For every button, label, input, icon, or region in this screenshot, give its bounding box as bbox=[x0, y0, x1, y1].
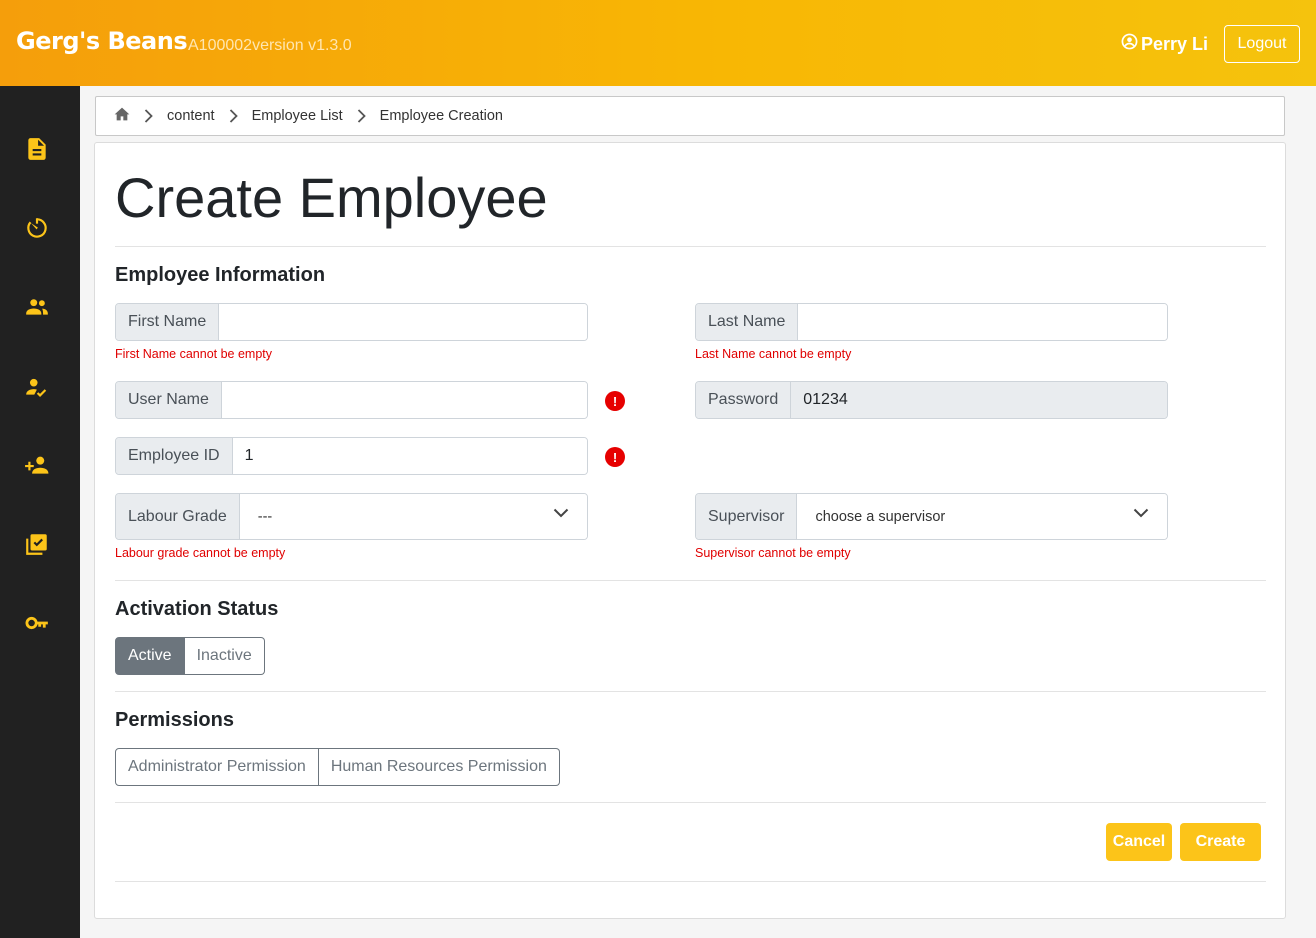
cancel-button[interactable]: Cancel bbox=[1106, 823, 1172, 861]
brand-logo[interactable]: Gerg's Beans bbox=[16, 27, 188, 55]
labour-grade-group: Labour Grade --- bbox=[115, 493, 588, 540]
labour-grade-selected: --- bbox=[257, 508, 273, 525]
password-label: Password bbox=[696, 382, 792, 418]
last-name-label: Last Name bbox=[696, 304, 799, 340]
labour-grade-label: Labour Grade bbox=[116, 494, 240, 539]
activation-status-toggle: Active Inactive bbox=[115, 637, 265, 675]
breadcrumb-item-employee-list[interactable]: Employee List bbox=[252, 108, 343, 124]
inactive-option-button[interactable]: Inactive bbox=[184, 637, 265, 675]
sidebar bbox=[0, 86, 80, 938]
key-icon[interactable] bbox=[24, 610, 50, 636]
breadcrumb: content Employee List Employee Creation bbox=[95, 96, 1285, 136]
first-name-error: First Name cannot be empty bbox=[115, 347, 273, 361]
chevron-down-icon bbox=[1133, 506, 1149, 522]
chevron-down-icon bbox=[553, 506, 569, 522]
divider bbox=[115, 881, 1266, 882]
chevron-right-icon bbox=[144, 109, 153, 123]
timer-icon[interactable] bbox=[24, 215, 50, 241]
document-icon[interactable] bbox=[24, 136, 50, 162]
human-resources-permission-button[interactable]: Human Resources Permission bbox=[318, 748, 560, 786]
app-version: A100002version v1.3.0 bbox=[188, 37, 352, 54]
user-name-field[interactable] bbox=[221, 382, 587, 418]
administrator-permission-button[interactable]: Administrator Permission bbox=[115, 748, 319, 786]
logout-button[interactable]: Logout bbox=[1224, 25, 1300, 63]
divider bbox=[115, 246, 1266, 247]
breadcrumb-item-content[interactable]: content bbox=[167, 108, 215, 124]
person-check-icon[interactable] bbox=[24, 374, 50, 400]
password-group: Password bbox=[695, 381, 1168, 419]
supervisor-error: Supervisor cannot be empty bbox=[695, 546, 851, 560]
home-icon[interactable] bbox=[114, 107, 130, 125]
checkbox-list-icon[interactable] bbox=[24, 531, 50, 557]
user-name-group: User Name bbox=[115, 381, 588, 419]
divider bbox=[115, 580, 1266, 581]
first-name-label: First Name bbox=[116, 304, 220, 340]
error-alert-icon: ! bbox=[605, 391, 625, 411]
employee-id-label: Employee ID bbox=[116, 438, 233, 474]
account-circle-icon bbox=[1121, 33, 1138, 55]
current-user[interactable]: Perry Li bbox=[1121, 33, 1208, 55]
last-name-group: Last Name bbox=[695, 303, 1168, 341]
supervisor-group: Supervisor choose a supervisor bbox=[695, 493, 1168, 540]
last-name-error: Last Name cannot be empty bbox=[695, 347, 852, 361]
first-name-group: First Name bbox=[115, 303, 588, 341]
create-employee-card: Create Employee Employee Information Fir… bbox=[94, 142, 1286, 919]
section-title-employee-information: Employee Information bbox=[115, 264, 326, 286]
labour-grade-error: Labour grade cannot be empty bbox=[115, 546, 286, 560]
chevron-right-icon bbox=[229, 109, 238, 123]
active-option-button[interactable]: Active bbox=[115, 637, 185, 675]
employee-id-group: Employee ID bbox=[115, 437, 588, 475]
permissions-toggle: Administrator Permission Human Resources… bbox=[115, 748, 560, 786]
labour-grade-select[interactable]: --- bbox=[239, 494, 587, 539]
employee-id-field[interactable] bbox=[232, 438, 587, 474]
supervisor-selected: choose a supervisor bbox=[815, 508, 946, 525]
person-add-icon[interactable] bbox=[24, 452, 50, 478]
top-bar: Gerg's Beans A100002version v1.3.0 Perry… bbox=[0, 0, 1316, 86]
section-title-activation-status: Activation Status bbox=[115, 598, 279, 620]
page-title: Create Employee bbox=[115, 166, 548, 229]
group-icon[interactable] bbox=[24, 294, 50, 320]
chevron-right-icon bbox=[357, 109, 366, 123]
supervisor-label: Supervisor bbox=[696, 494, 798, 539]
supervisor-select[interactable]: choose a supervisor bbox=[797, 494, 1167, 539]
user-name: Perry Li bbox=[1141, 33, 1209, 54]
password-field bbox=[791, 382, 1167, 418]
breadcrumb-item-employee-creation: Employee Creation bbox=[379, 108, 503, 124]
create-button[interactable]: Create bbox=[1180, 823, 1261, 861]
first-name-field[interactable] bbox=[219, 304, 587, 340]
last-name-field[interactable] bbox=[798, 304, 1167, 340]
user-name-label: User Name bbox=[116, 382, 222, 418]
error-alert-icon: ! bbox=[605, 447, 625, 467]
divider bbox=[115, 802, 1266, 803]
section-title-permissions: Permissions bbox=[115, 709, 234, 731]
divider bbox=[115, 691, 1266, 692]
